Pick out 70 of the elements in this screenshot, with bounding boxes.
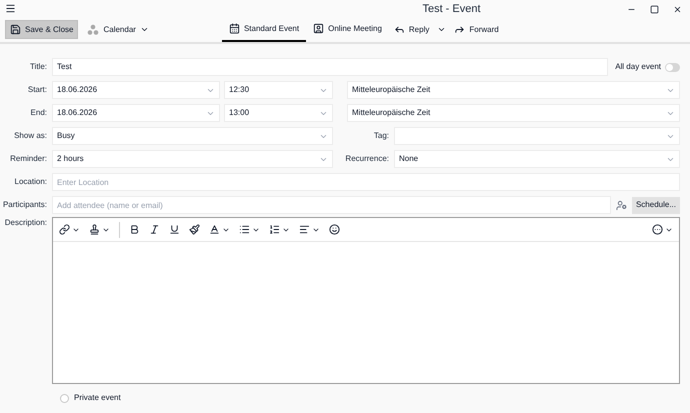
forward-icon bbox=[454, 24, 466, 35]
caret-icon bbox=[437, 25, 446, 34]
menu-icon[interactable] bbox=[5, 3, 16, 14]
link-icon bbox=[59, 224, 70, 235]
italic-button[interactable] bbox=[149, 224, 160, 235]
all-day-toggle[interactable] bbox=[665, 62, 680, 72]
font-color-icon bbox=[209, 224, 220, 235]
field-label: End: bbox=[30, 107, 47, 119]
field-label: Reminder: bbox=[10, 153, 47, 165]
stamp-button[interactable] bbox=[89, 224, 110, 235]
user-settings-icon[interactable] bbox=[616, 200, 627, 210]
underline-button[interactable] bbox=[169, 224, 180, 235]
save-icon bbox=[10, 24, 21, 35]
align-icon bbox=[299, 224, 310, 235]
calendar-dropdown[interactable]: Calendar bbox=[85, 24, 151, 36]
bullet-list-button[interactable] bbox=[239, 224, 260, 235]
recurrence-dropdown[interactable]: None bbox=[394, 150, 680, 168]
italic-icon bbox=[149, 224, 160, 235]
brush-icon bbox=[189, 224, 200, 235]
field-label: Recurrence: bbox=[345, 153, 389, 165]
field-label: Location: bbox=[14, 176, 47, 188]
date-dropdown[interactable]: 18.06.2026 bbox=[52, 81, 220, 99]
field-label: Start: bbox=[28, 84, 47, 96]
schedule-button[interactable]: Schedule... bbox=[632, 196, 680, 214]
timezone-dropdown[interactable]: Mitteleuropäische Zeit bbox=[347, 81, 680, 99]
field-label: Participants: bbox=[2, 199, 47, 211]
reply-button[interactable]: Reply bbox=[394, 24, 446, 36]
dots-icon bbox=[87, 24, 100, 36]
more-icon bbox=[652, 224, 663, 235]
caret-icon bbox=[140, 25, 149, 34]
window-title: Test - Event bbox=[422, 2, 481, 18]
bullet-list-icon bbox=[239, 224, 250, 235]
brush-button[interactable] bbox=[189, 224, 200, 235]
emoji-button[interactable] bbox=[329, 224, 340, 235]
save-close-button[interactable]: Save & Close bbox=[5, 20, 78, 39]
date-dropdown[interactable]: 18.06.2026 bbox=[52, 104, 220, 122]
numbered-list-button[interactable] bbox=[269, 224, 290, 235]
field-label: Description: bbox=[4, 217, 47, 229]
show-as-dropdown[interactable]: Busy bbox=[52, 127, 333, 145]
font-color-button[interactable] bbox=[209, 224, 230, 235]
align-button[interactable] bbox=[299, 224, 320, 235]
bold-button[interactable] bbox=[129, 224, 140, 235]
field-label: Show as: bbox=[14, 130, 47, 142]
toggle-label: All day event bbox=[615, 61, 661, 73]
timezone-dropdown[interactable]: Mitteleuropäische Zeit bbox=[347, 104, 680, 122]
link-button[interactable] bbox=[59, 224, 80, 235]
reminder-dropdown[interactable]: 2 hours bbox=[52, 150, 333, 168]
more-button[interactable] bbox=[652, 224, 673, 235]
bold-icon bbox=[129, 224, 140, 235]
underline-icon bbox=[169, 224, 180, 235]
field-label: Tag: bbox=[374, 130, 389, 142]
calendar-icon bbox=[228, 23, 240, 34]
tab[interactable]: Standard Event bbox=[222, 17, 306, 42]
field-label: Title: bbox=[30, 61, 47, 73]
close-button[interactable] bbox=[672, 5, 682, 14]
reply-icon bbox=[394, 24, 405, 35]
title-field[interactable]: Test bbox=[52, 58, 608, 76]
person-icon bbox=[313, 23, 324, 34]
private-checkbox[interactable] bbox=[60, 394, 69, 402]
time-dropdown[interactable]: 12:30 bbox=[224, 81, 333, 99]
stamp-icon bbox=[89, 224, 100, 235]
numbered-list-icon bbox=[269, 224, 280, 235]
participants-field[interactable]: Add attendee (name or email) bbox=[52, 196, 611, 214]
checkbox-label: Private event bbox=[74, 392, 121, 404]
time-dropdown[interactable]: 13:00 bbox=[224, 104, 333, 122]
maximize-button[interactable] bbox=[650, 5, 659, 14]
tab[interactable]: Online Meeting bbox=[306, 17, 389, 42]
location-field[interactable]: Enter Location bbox=[52, 173, 680, 191]
forward-button[interactable]: Forward bbox=[454, 24, 499, 36]
emoji-icon bbox=[329, 224, 340, 235]
